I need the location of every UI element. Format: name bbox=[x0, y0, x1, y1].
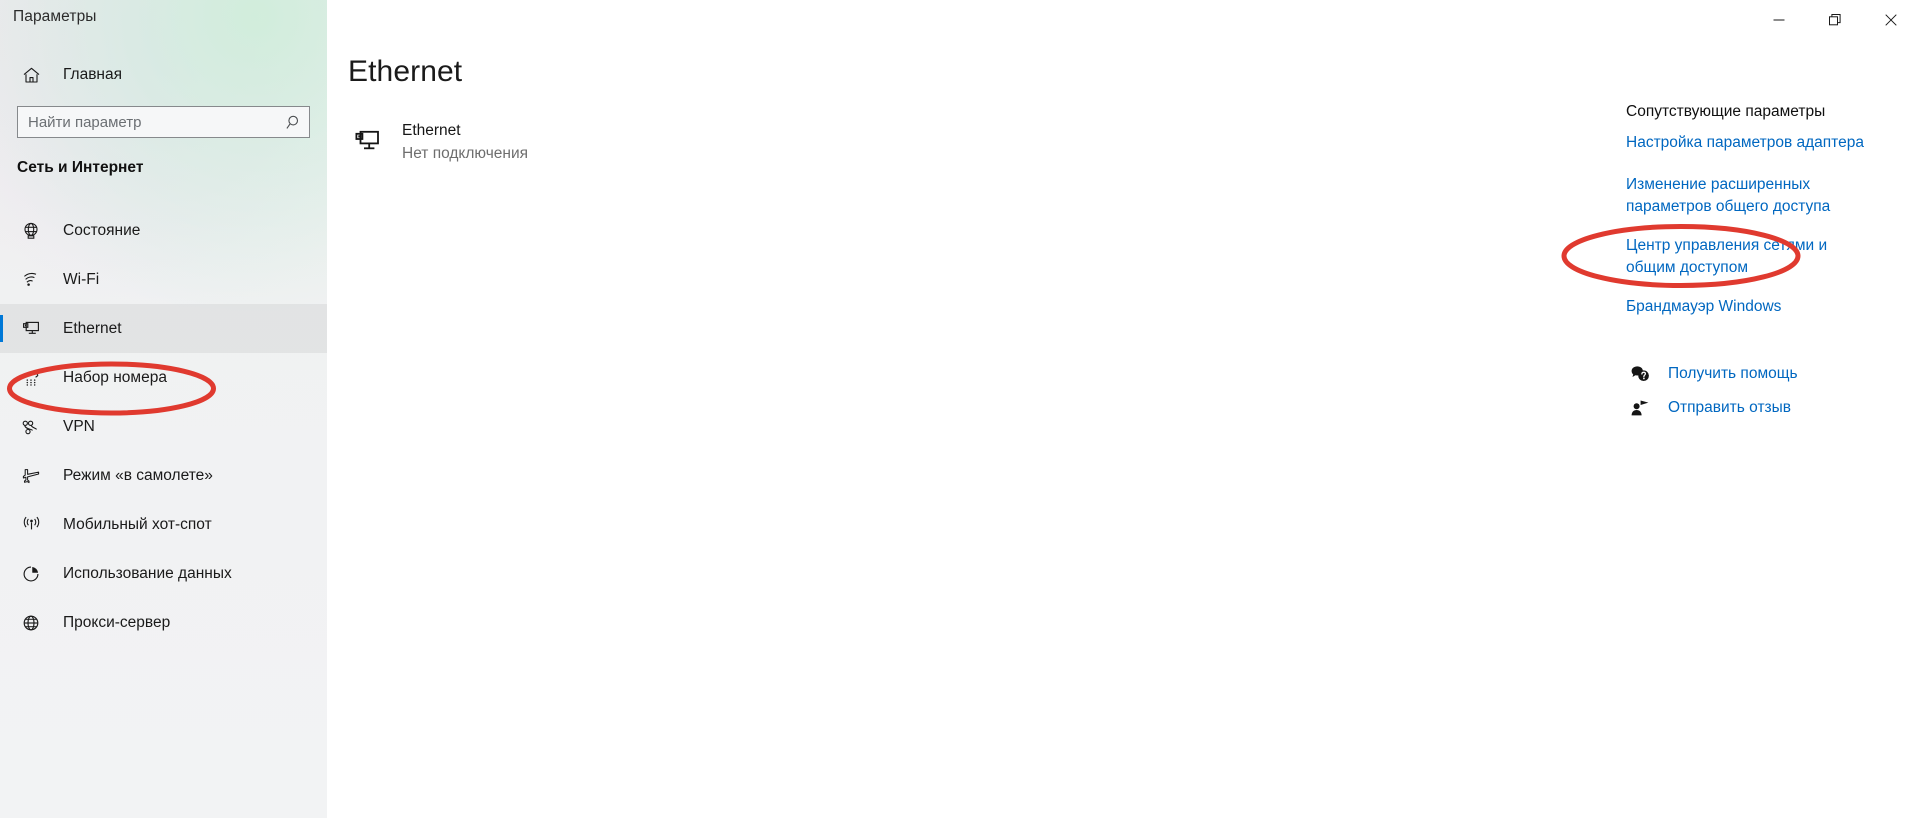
sidebar-item-vpn[interactable]: VPN bbox=[0, 402, 327, 451]
sidebar-item-status-label: Состояние bbox=[63, 221, 141, 239]
ethernet-icon bbox=[17, 318, 45, 339]
page-title: Ethernet bbox=[348, 55, 463, 88]
get-help-action[interactable]: Получить помощь bbox=[1626, 364, 1798, 384]
sidebar-item-home-label: Главная bbox=[63, 66, 122, 83]
minimize-button[interactable] bbox=[1751, 0, 1807, 40]
sidebar-item-airplane-mode-label: Режим «в самолете» bbox=[63, 466, 213, 484]
vpn-icon bbox=[17, 417, 45, 437]
minimize-icon bbox=[1773, 14, 1785, 26]
sidebar-item-status[interactable]: Состояние bbox=[0, 206, 327, 255]
search-icon[interactable] bbox=[279, 114, 309, 131]
sidebar-item-dialup[interactable]: Набор номера bbox=[0, 353, 327, 402]
get-help-label: Получить помощь bbox=[1668, 365, 1798, 382]
ethernet-adapter-status: Нет подключения bbox=[402, 145, 529, 162]
selection-indicator bbox=[0, 315, 3, 342]
send-feedback-action[interactable]: Отправить отзыв bbox=[1626, 398, 1791, 418]
airplane-icon bbox=[17, 465, 45, 486]
link-advanced-sharing-settings[interactable]: Изменение расширенных параметров общего … bbox=[1626, 174, 1876, 218]
hotspot-icon bbox=[17, 514, 45, 535]
sidebar: Главная Сеть и Интернет bbox=[0, 0, 327, 818]
close-icon bbox=[1885, 14, 1897, 26]
wifi-icon bbox=[17, 270, 45, 290]
sidebar-item-mobile-hotspot[interactable]: Мобильный хот-спот bbox=[0, 500, 327, 549]
globe-proxy-icon bbox=[17, 613, 45, 633]
ethernet-adapter-item[interactable]: Ethernet Нет подключения bbox=[348, 120, 528, 166]
settings-window: Главная Сеть и Интернет bbox=[0, 0, 1919, 818]
feedback-person-icon bbox=[1626, 398, 1654, 418]
sidebar-item-mobile-hotspot-label: Мобильный хот-спот bbox=[63, 515, 212, 533]
link-adapter-settings[interactable]: Настройка параметров адаптера bbox=[1626, 132, 1876, 154]
sidebar-item-home[interactable]: Главная bbox=[0, 56, 327, 94]
close-button[interactable] bbox=[1863, 0, 1919, 40]
sidebar-item-proxy[interactable]: Прокси-сервер bbox=[0, 598, 327, 647]
ethernet-adapter-text: Ethernet Нет подключения bbox=[402, 120, 528, 166]
title-bar: Параметры bbox=[0, 0, 1919, 40]
sidebar-item-wifi[interactable]: Wi-Fi bbox=[0, 255, 327, 304]
pie-chart-icon bbox=[17, 564, 45, 584]
dialup-phone-icon bbox=[17, 368, 45, 388]
sidebar-item-wifi-label: Wi-Fi bbox=[63, 270, 100, 288]
related-settings-heading: Сопутствующие параметры bbox=[1626, 103, 1826, 120]
sidebar-item-data-usage[interactable]: Использование данных bbox=[0, 549, 327, 598]
search-box[interactable] bbox=[17, 106, 310, 138]
maximize-button[interactable] bbox=[1807, 0, 1863, 40]
sidebar-item-ethernet[interactable]: Ethernet bbox=[0, 304, 327, 353]
window-title: Параметры bbox=[13, 8, 97, 25]
sidebar-nav-list: Состояние Wi-Fi Ethernet Набор номера VP… bbox=[0, 206, 327, 647]
sidebar-item-proxy-label: Прокси-сервер bbox=[63, 613, 171, 631]
restore-icon bbox=[1829, 14, 1841, 26]
home-icon bbox=[17, 66, 45, 85]
sidebar-item-dialup-label: Набор номера bbox=[63, 368, 167, 386]
help-chat-icon bbox=[1626, 364, 1654, 384]
sidebar-item-ethernet-label: Ethernet bbox=[63, 319, 122, 337]
globe-status-icon bbox=[17, 221, 45, 241]
link-windows-firewall[interactable]: Брандмауэр Windows bbox=[1626, 296, 1876, 318]
window-controls bbox=[1751, 0, 1919, 40]
main-content: Ethernet Ethernet Нет подключения Сопутс… bbox=[327, 0, 1919, 818]
sidebar-item-vpn-label: VPN bbox=[63, 417, 95, 435]
link-network-sharing-center[interactable]: Центр управления сетями и общим доступом bbox=[1626, 235, 1876, 279]
ethernet-adapter-name: Ethernet bbox=[402, 122, 461, 139]
send-feedback-label: Отправить отзыв bbox=[1668, 399, 1792, 416]
ethernet-monitor-icon bbox=[348, 126, 388, 156]
search-input[interactable] bbox=[18, 107, 279, 137]
sidebar-item-airplane-mode[interactable]: Режим «в самолете» bbox=[0, 451, 327, 500]
sidebar-item-data-usage-label: Использование данных bbox=[63, 564, 232, 582]
sidebar-section-title: Сеть и Интернет bbox=[17, 159, 144, 176]
